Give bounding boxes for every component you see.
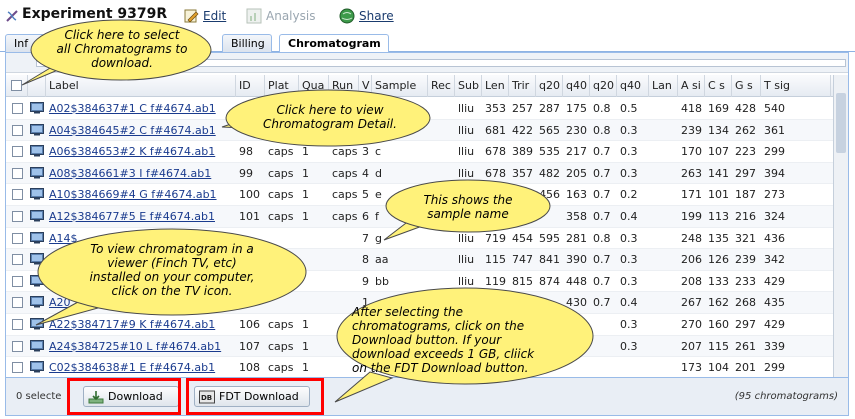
callout-download-text: After selecting the chromatograms, click… (352, 305, 535, 375)
